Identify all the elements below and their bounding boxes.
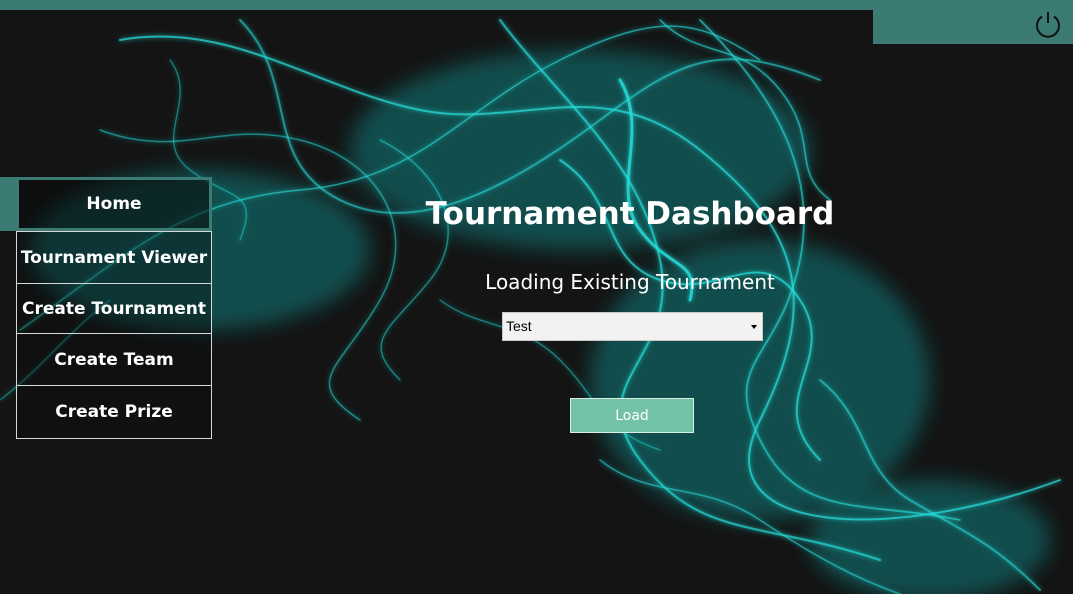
tournament-select[interactable]: Test [502, 312, 763, 341]
power-icon [1036, 12, 1060, 38]
sidebar-item-tournament-viewer[interactable]: Tournament Viewer [16, 231, 212, 284]
power-button[interactable] [1032, 8, 1064, 40]
chevron-down-icon [751, 325, 757, 329]
load-button[interactable]: Load [570, 398, 694, 433]
sidebar-item-label: Tournament Viewer [20, 247, 208, 268]
sidebar-item-label: Create Tournament [22, 298, 206, 319]
sidebar-item-home[interactable]: Home [16, 177, 212, 231]
section-subtitle: Loading Existing Tournament [485, 270, 775, 294]
sidebar-item-create-tournament[interactable]: Create Tournament [16, 283, 212, 334]
sidebar-item-label: Create Prize [55, 402, 173, 422]
sidebar-item-create-prize[interactable]: Create Prize [16, 385, 212, 439]
sidebar-item-create-team[interactable]: Create Team [16, 333, 212, 386]
app-window: Home Tournament Viewer Create Tournament… [0, 0, 1073, 594]
load-button-label: Load [615, 407, 649, 424]
sidebar-item-label: Home [86, 194, 142, 214]
sidebar-item-label: Create Team [54, 349, 174, 370]
tournament-select-value: Test [506, 318, 532, 334]
active-nav-indicator [0, 177, 17, 231]
page-title: Tournament Dashboard [425, 196, 835, 232]
